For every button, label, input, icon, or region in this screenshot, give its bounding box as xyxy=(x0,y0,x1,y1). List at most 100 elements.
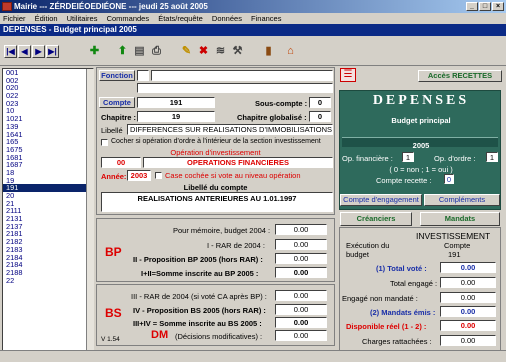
execution-label: Exécution du budget xyxy=(346,241,390,259)
menu-donnees[interactable]: Données xyxy=(212,14,242,23)
list-item[interactable]: 023 xyxy=(3,100,93,108)
charges-field: 0.00 xyxy=(440,335,496,346)
close-button[interactable]: × xyxy=(492,2,504,11)
app-icon xyxy=(2,2,12,11)
menu-commandes[interactable]: Commandes xyxy=(107,14,150,23)
next-record-button[interactable]: ▶ xyxy=(32,45,45,58)
bs-panel: BS III - RAR de 2004 (si voté CA après B… xyxy=(96,284,335,346)
chapitre-globalise-field[interactable]: 0 xyxy=(309,111,331,122)
op-ordre-field[interactable]: 1 xyxy=(486,152,498,162)
libelle-compte-field[interactable]: REALISATIONS ANTERIEURES AU 1.01.1997 xyxy=(101,192,333,212)
libelle-label: Libellé xyxy=(101,126,123,135)
bs-rar-label: III - RAR de 2004 (si voté CA après BP) … xyxy=(131,292,267,301)
depenses-panel: DEPENSES Budget principal 2005 Op. finan… xyxy=(339,90,501,210)
new-record-icon[interactable]: ✚ xyxy=(86,43,103,60)
section-label: INVESTISSEMENT xyxy=(416,231,491,241)
bs-prop-field[interactable]: 0.00 xyxy=(275,304,327,315)
chapitre-field[interactable]: 19 xyxy=(137,111,215,122)
list-item[interactable]: 2188 xyxy=(3,269,93,277)
sort-icon[interactable]: ≋ xyxy=(212,43,229,60)
compte-value-right: 191 xyxy=(448,250,461,259)
bs-prop-label: IV - Proposition BS 2005 (hors RAR) : xyxy=(133,306,266,315)
list-item[interactable]: 22 xyxy=(3,276,93,285)
operation-name-field[interactable]: OPERATIONS FINANCIERES xyxy=(143,157,333,168)
compte-field[interactable]: 191 xyxy=(137,97,215,108)
menu-etats[interactable]: États/requête xyxy=(158,14,203,23)
prev-record-button[interactable]: ◀ xyxy=(18,45,31,58)
edit-icon[interactable]: ✎ xyxy=(178,43,195,60)
menu-edition[interactable]: Édition xyxy=(35,14,58,23)
dm-field[interactable]: 0.00 xyxy=(275,330,327,341)
menu-fichier[interactable]: Fichier xyxy=(3,14,26,23)
fonction-field-1[interactable] xyxy=(137,70,149,81)
bp-prop-field[interactable]: 0.00 xyxy=(275,253,327,264)
account-list[interactable]: 001 002 020 022 023 10 1021 139 1641 165… xyxy=(2,68,94,359)
vote-operation-checkbox[interactable] xyxy=(155,172,162,179)
compte-button[interactable]: Compte xyxy=(99,97,135,108)
menu-bar: Fichier Édition Utilitaires Commandes Ét… xyxy=(0,13,506,24)
maximize-button[interactable]: □ xyxy=(479,2,491,11)
version-label: V 1.54 xyxy=(101,336,120,343)
charges-label: Charges rattachées : xyxy=(362,337,432,346)
year-label: 2005 xyxy=(412,141,430,150)
operation-code-field[interactable]: 00 xyxy=(101,157,141,168)
execution-panel: INVESTISSEMENT Exécution du budget Compt… xyxy=(339,227,501,353)
account-details-panel: Fonction Compte 191 Sous-compte : 0 Chap… xyxy=(96,67,335,215)
bs-rar-field[interactable]: 0.00 xyxy=(275,290,327,301)
list-item[interactable]: 18 xyxy=(3,169,93,177)
creanciers-button[interactable]: Créanciers xyxy=(340,212,412,226)
title-bar: Mairie --- ZÉRDEIÉOEDIÉONE --- jeudi 25 … xyxy=(0,0,506,13)
first-record-button[interactable]: |◀ xyxy=(4,45,17,58)
mandats-button[interactable]: Mandats xyxy=(420,212,500,226)
bp-panel: BP Pour mémoire, budget 2004 : 0.00 I - … xyxy=(96,218,335,282)
sous-compte-label: Sous-compte : xyxy=(255,99,308,108)
home-icon[interactable]: ⌂ xyxy=(282,43,299,60)
list-item-selected[interactable]: 191 xyxy=(3,184,93,192)
archive-icon[interactable]: ▮ xyxy=(260,43,277,60)
bp-memo-field[interactable]: 0.00 xyxy=(275,224,327,235)
list-scrollbar[interactable] xyxy=(86,69,94,358)
bp-rar-field[interactable]: 0.00 xyxy=(275,239,327,250)
fonction-button[interactable]: Fonction xyxy=(99,70,135,81)
tab-complements[interactable]: Compléments xyxy=(424,194,500,206)
list-item[interactable]: 1687 xyxy=(3,161,93,169)
bp-sum-label: I+II=Somme inscrite au BP 2005 : xyxy=(141,269,259,278)
op-financiere-field[interactable]: 1 xyxy=(402,152,414,162)
tab-compte-engagement[interactable]: Compte d'engagement xyxy=(340,194,422,206)
delete-icon[interactable]: ✖ xyxy=(195,43,212,60)
bs-code: BS xyxy=(105,306,122,320)
minimize-button[interactable]: _ xyxy=(466,2,478,11)
ordre-checkbox-label: Cocher si opération d'ordre à l'intérieu… xyxy=(111,138,321,145)
sous-compte-field[interactable]: 0 xyxy=(309,97,331,108)
disponible-field: 0.00 xyxy=(440,320,496,331)
up-arrow-icon[interactable]: ⬆ xyxy=(114,43,131,60)
list-item[interactable]: 20 xyxy=(3,192,93,200)
chapitre-globalise-label: Chapitre globalisé : xyxy=(237,113,307,122)
total-engage-label: Total engagé : xyxy=(390,279,438,288)
print-icon[interactable]: ⎙ xyxy=(148,43,165,60)
acces-recettes-button[interactable]: Accès RECETTES xyxy=(418,70,502,82)
toolbar: |◀ ◀ ▶ ▶| ✚ ⬆ ▤ ⎙ ✎ ✖ ≋ ⚒ ▮ ⌂ xyxy=(0,37,506,66)
fonction-detail-field xyxy=(137,83,333,93)
depenses-title: DEPENSES xyxy=(372,93,470,108)
bs-sum-label: III+IV = Somme inscrite au BS 2005 : xyxy=(133,319,262,328)
list-icon[interactable]: ☰ xyxy=(340,68,356,82)
annee-field[interactable]: 2003 xyxy=(127,170,151,181)
mandats-emis-field: 0.00 xyxy=(440,306,496,317)
filter-icon[interactable]: ▤ xyxy=(131,43,148,60)
bp-code: BP xyxy=(105,245,122,259)
libelle-field[interactable]: DIFFERENCES SUR REALISATIONS D'IMMOBILIS… xyxy=(127,124,333,135)
compte-recette-field[interactable]: 0 xyxy=(444,174,454,184)
libelle-compte-title: Libellé du compte xyxy=(183,183,248,192)
last-record-button[interactable]: ▶| xyxy=(46,45,59,58)
form-title: DEPENSES - Budget principal 2005 xyxy=(0,24,506,36)
budget-label: Budget principal xyxy=(391,116,451,125)
dm-label: (Décisions modificatives) : xyxy=(175,332,263,341)
ordre-checkbox[interactable] xyxy=(101,139,108,146)
compte-recette-label: Compte recette : xyxy=(376,176,432,185)
fonction-field-2[interactable] xyxy=(151,70,333,81)
disponible-label: Disponible réel (1 - 2) : xyxy=(346,322,427,331)
tools-icon[interactable]: ⚒ xyxy=(229,43,246,60)
menu-finances[interactable]: Finances xyxy=(251,14,281,23)
menu-utilitaires[interactable]: Utilitaires xyxy=(67,14,98,23)
